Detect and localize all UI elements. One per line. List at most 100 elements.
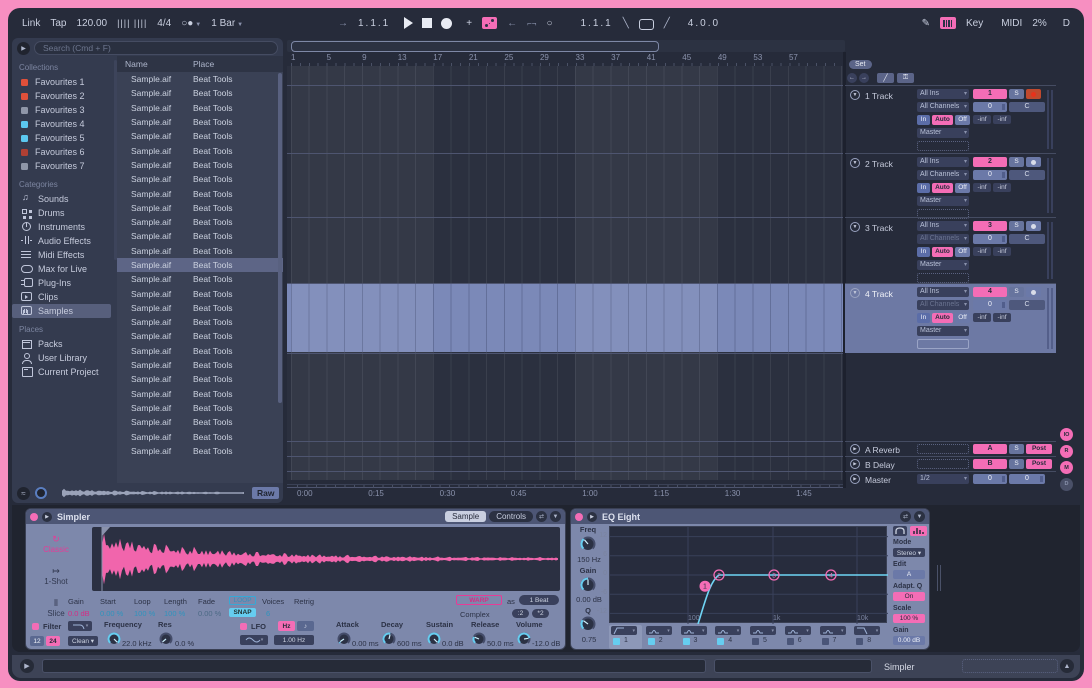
eq-band-2[interactable]: ▾2 — [644, 625, 677, 649]
eq-gain-value[interactable]: 0.00 dB — [571, 595, 607, 604]
warp-mode-menu[interactable]: Complex — [460, 610, 490, 619]
master-output-menu[interactable]: 1/2 — [917, 474, 969, 484]
arm-button[interactable] — [1026, 89, 1041, 99]
file-list-scrollbar[interactable] — [278, 73, 282, 403]
lfo-activator-icon[interactable] — [240, 623, 247, 630]
solo-button[interactable]: S — [1009, 157, 1024, 167]
monitor-off-button[interactable]: Off — [955, 313, 970, 323]
file-row[interactable]: Sample.aifBeat Tools — [117, 129, 283, 143]
tap-tempo-button[interactable]: Tap — [50, 18, 66, 29]
sidebar-item-favourites-1[interactable]: Favourites 1 — [12, 75, 117, 89]
file-row[interactable]: Sample.aifBeat Tools — [117, 143, 283, 157]
raw-button[interactable]: Raw — [252, 487, 279, 499]
output-channel-field[interactable] — [917, 273, 969, 283]
track-header-1[interactable]: ▼1 TrackAll InsAll ChannelsInAutoOffMast… — [845, 85, 1056, 153]
input-channel-menu[interactable]: All Channels — [917, 234, 969, 244]
monitor-auto-button[interactable]: Auto — [932, 115, 953, 125]
sidebar-item-favourites-7[interactable]: Favourites 7 — [12, 159, 117, 173]
overdub-plus-button[interactable]: + — [466, 18, 472, 29]
eq-band-8[interactable]: ▾8 — [852, 625, 885, 649]
warp-button[interactable]: WARP — [456, 595, 502, 605]
lfo-sync-button[interactable]: ♪ — [297, 621, 314, 631]
automation-arm-button[interactable] — [482, 17, 497, 29]
eq-band-6[interactable]: ▾6 — [783, 625, 816, 649]
device-fold-icon[interactable]: ▶ — [587, 512, 597, 522]
decay-value[interactable]: 600 ms — [397, 639, 422, 648]
input-channel-menu[interactable]: All Channels — [917, 102, 969, 112]
track-header-2[interactable]: ▼2 TrackAll InsAll ChannelsInAutoOffMast… — [845, 153, 1056, 217]
eq-edit-button[interactable]: A — [893, 570, 925, 579]
track-name[interactable]: 2 Track — [865, 159, 893, 169]
sidebar-item-clips[interactable]: Clips — [12, 290, 117, 304]
mode-1-shot[interactable]: ↦1-Shot — [28, 566, 84, 586]
band-activator-toggle[interactable] — [717, 638, 724, 645]
input-type-menu[interactable]: All Ins — [917, 287, 969, 297]
file-row[interactable]: Sample.aifBeat Tools — [117, 329, 283, 343]
file-row[interactable]: Sample.aifBeat Tools — [117, 286, 283, 300]
tab-controls[interactable]: Controls — [489, 511, 533, 522]
key-map-button[interactable]: Key — [966, 18, 983, 29]
param-value-start[interactable]: 0.00 % — [100, 609, 123, 618]
back-arrow-button[interactable]: ← — [847, 73, 857, 83]
record-button[interactable] — [441, 18, 452, 29]
band-filter-type-menu[interactable]: ▾ — [715, 626, 741, 635]
filter-slope-12-button[interactable]: 12 — [30, 636, 44, 646]
eq-frequency-display[interactable]: 12341001k10k — [609, 526, 887, 623]
eq-band-7[interactable]: ▾7 — [818, 625, 851, 649]
attack-knob[interactable] — [336, 631, 352, 652]
eq-band-4[interactable]: ▾4 — [713, 625, 746, 649]
sidebar-item-audio-effects[interactable]: Audio Effects — [12, 234, 117, 248]
loop-start-field[interactable]: 1.1.1 — [580, 18, 612, 29]
master-volume-slider[interactable]: 0 — [973, 474, 1007, 484]
warp-beats-button[interactable]: 1 Beat — [519, 595, 559, 605]
file-row[interactable]: Sample.aifBeat Tools — [117, 158, 283, 172]
tempo-field[interactable]: 120.00 — [76, 18, 107, 29]
pre-post-toggle[interactable]: Post — [1026, 444, 1052, 454]
track-fold-icon[interactable]: ▶ — [850, 474, 860, 484]
computer-midi-keyboard-toggle[interactable] — [940, 17, 956, 29]
filter-activator-icon[interactable] — [32, 623, 39, 630]
solo-button[interactable]: S — [1009, 444, 1024, 454]
input-channel-menu[interactable]: All Channels — [917, 300, 969, 310]
res-knob[interactable] — [158, 631, 174, 652]
input-channel-menu[interactable]: All Channels — [917, 170, 969, 180]
stop-button[interactable] — [422, 18, 432, 28]
track-name[interactable]: 4 Track — [865, 289, 893, 299]
tab-sample[interactable]: Sample — [445, 511, 486, 522]
file-row[interactable]: Sample.aifBeat Tools — [117, 372, 283, 386]
sidebar-item-favourites-2[interactable]: Favourites 2 — [12, 89, 117, 103]
lock-tool-button[interactable]: ⚿ — [897, 73, 914, 83]
track-fold-icon[interactable]: ▼ — [850, 288, 860, 298]
track-activator-button[interactable]: 2 — [973, 157, 1007, 167]
track-fold-icon[interactable]: ▶ — [850, 459, 860, 469]
input-type-menu[interactable]: All Ins — [917, 157, 969, 167]
file-row[interactable]: Sample.aifBeat Tools — [117, 258, 283, 272]
file-row[interactable]: Sample.aifBeat Tools — [117, 429, 283, 443]
file-row[interactable]: Sample.aifBeat Tools — [117, 244, 283, 258]
arrangement-position-field[interactable]: 1.1.1 — [358, 18, 390, 29]
return-io-field[interactable] — [917, 459, 969, 469]
voices-value[interactable]: 6 — [266, 609, 270, 618]
loop-button[interactable]: LOOP — [229, 596, 256, 605]
decay-knob[interactable] — [381, 631, 397, 652]
draw-mode-button[interactable]: ✎ — [922, 18, 930, 29]
band-filter-type-menu[interactable]: ▾ — [681, 626, 707, 635]
input-type-menu[interactable]: All Ins — [917, 89, 969, 99]
release-knob[interactable] — [471, 631, 487, 652]
band-filter-type-menu[interactable]: ▾ — [646, 626, 672, 635]
output-menu[interactable]: Master — [917, 326, 969, 336]
hot-swap-icon[interactable]: ⇄ — [536, 511, 547, 522]
midi-map-button[interactable]: MIDI — [1001, 18, 1022, 29]
file-row[interactable]: Sample.aifBeat Tools — [117, 301, 283, 315]
column-header[interactable]: Name — [117, 59, 193, 69]
return-track-name[interactable]: B Delay — [865, 460, 895, 470]
pan-knob[interactable]: C — [1009, 102, 1045, 112]
arm-button[interactable] — [1026, 221, 1041, 231]
track-fold-icon[interactable]: ▶ — [850, 444, 860, 454]
master-pan-slider[interactable]: 0 — [1009, 474, 1045, 484]
track-header-3[interactable]: ▼3 TrackAll InsAll ChannelsInAutoOffMast… — [845, 217, 1056, 283]
track-header-4[interactable]: ▼4 TrackAll InsAll ChannelsInAutoOffMast… — [845, 283, 1056, 353]
half-tempo-button[interactable]: :2 — [512, 609, 529, 618]
output-menu[interactable]: Master — [917, 196, 969, 206]
play-button[interactable] — [404, 17, 413, 29]
